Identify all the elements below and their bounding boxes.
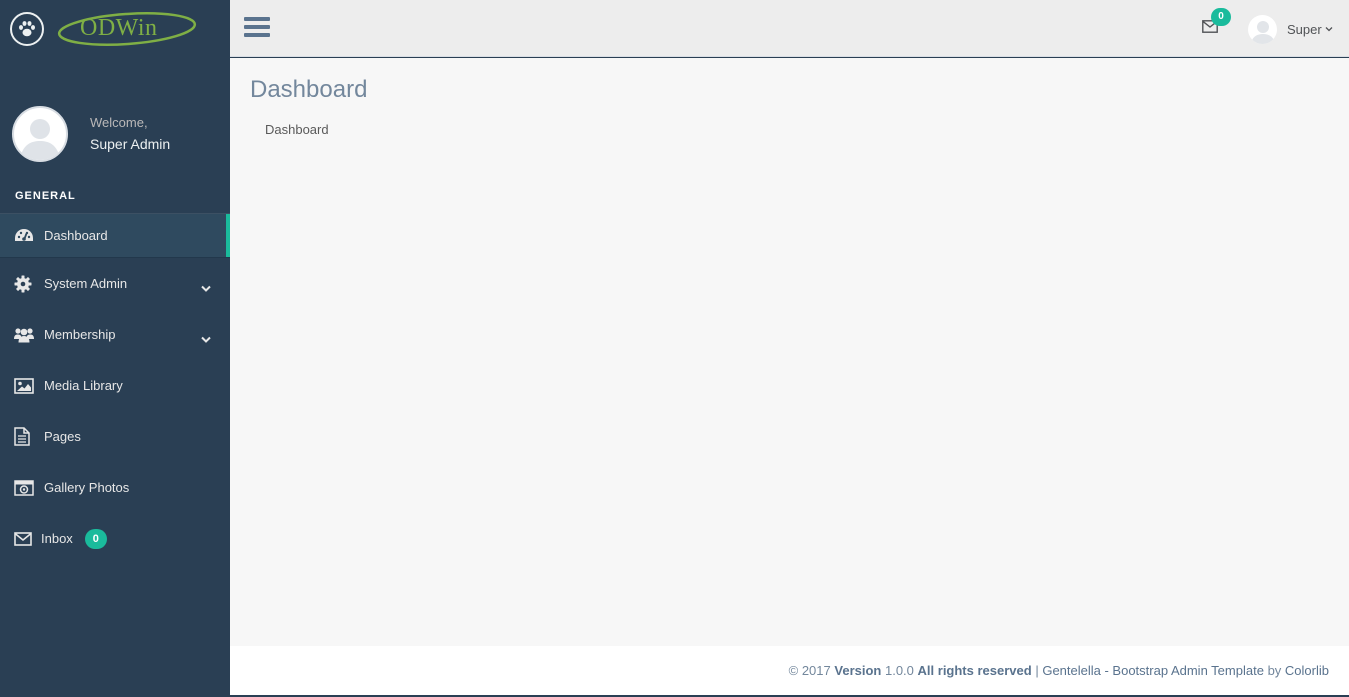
sidebar-item-label: Gallery Photos [44,480,130,495]
camera-icon [14,479,36,496]
user-name: Super [1287,21,1322,37]
menu-toggle-icon[interactable] [244,17,270,41]
profile-name: Super Admin [90,136,171,152]
page-title: Dashboard [250,76,368,103]
sidebar-item-system-admin[interactable]: System Admin [0,258,230,309]
sidebar-item-pages[interactable]: Pages [0,411,230,462]
sidebar-item-dashboard[interactable]: Dashboard [0,213,230,258]
footer-version-label: Version [834,663,882,678]
image-icon [14,377,36,394]
gear-icon [14,275,36,293]
document-icon [14,427,36,446]
users-icon [14,327,36,343]
avatar [12,105,68,162]
footer-version: 1.0.0 [884,663,914,678]
sidebar-item-label: Inbox [41,531,73,546]
sidebar-item-media-library[interactable]: Media Library [0,360,230,411]
main-content: Dashboard Dashboard [230,58,1349,646]
footer-copyright: © 2017 [788,663,831,678]
inbox-count-badge: 0 [84,528,107,549]
sidebar-item-label: Dashboard [44,228,108,243]
chevron-down-icon [201,280,211,295]
breadcrumb: Dashboard [265,122,329,137]
sidebar-item-label: Pages [44,429,81,444]
footer-author-link[interactable]: Colorlib [1285,663,1329,678]
sidebar-item-gallery-photos[interactable]: Gallery Photos [0,462,230,513]
message-count-badge: 0 [1211,8,1231,26]
sidebar-item-membership[interactable]: Membership [0,309,230,360]
welcome-text: Welcome, [90,115,148,130]
footer-template-link[interactable]: Gentelella - Bootstrap Admin Template [1042,663,1264,678]
sidebar: ODWin Welcome, Super Admin GENERAL Dashb… [0,0,230,697]
footer-separator: | [1035,663,1039,678]
top-navbar: 0 Super [230,0,1349,57]
profile-panel: Welcome, Super Admin [0,57,230,190]
brand-logo: ODWin [56,9,198,49]
chevron-down-icon [201,331,211,346]
sidebar-item-inbox[interactable]: Inbox 0 [0,513,230,564]
dashboard-icon [14,228,36,244]
chevron-down-icon [1325,26,1333,32]
footer: © 2017 Version 1.0.0 All rights reserved… [230,646,1349,695]
paw-icon [10,11,44,46]
user-profile-dropdown[interactable]: Super [1248,14,1333,44]
sidebar-item-label: System Admin [44,276,128,291]
envelope-icon [14,531,32,546]
avatar [1248,14,1277,44]
sidebar-item-label: Media Library [44,378,123,393]
menu-section-title: GENERAL [15,190,76,202]
sidebar-item-label: Membership [44,327,116,342]
footer-rights: All rights reserved [917,663,1032,678]
footer-by: by [1267,663,1282,678]
brand[interactable]: ODWin [0,0,230,57]
brand-logo-text: ODWin [80,14,158,41]
